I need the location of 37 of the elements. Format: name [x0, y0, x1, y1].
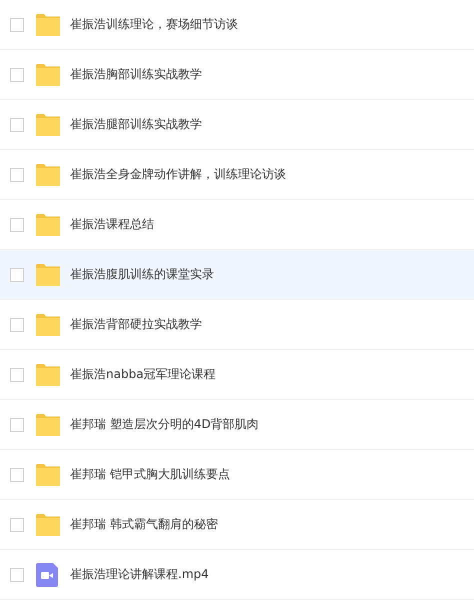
checkbox[interactable] — [10, 168, 24, 182]
file-name[interactable]: 崔振浩课程总结 — [70, 216, 154, 233]
checkbox[interactable] — [10, 268, 24, 282]
checkbox[interactable] — [10, 568, 24, 582]
file-name[interactable]: 崔邦瑞 韩式霸气翻肩的秘密 — [70, 516, 218, 533]
file-name[interactable]: 崔振浩腹肌训练的课堂实录 — [70, 266, 214, 283]
checkbox[interactable] — [10, 468, 24, 482]
file-name[interactable]: 崔邦瑞 塑造层次分明的4D背部肌肉 — [70, 416, 259, 433]
checkbox[interactable] — [10, 68, 24, 82]
file-name[interactable]: 崔振浩腿部训练实战教学 — [70, 116, 202, 133]
file-name[interactable]: 崔振浩胸部训练实战教学 — [70, 66, 202, 83]
file-row[interactable]: 崔振浩腹肌训练的课堂实录 — [0, 250, 474, 300]
checkbox[interactable] — [10, 18, 24, 32]
video-file-icon — [36, 562, 60, 586]
checkbox[interactable] — [10, 518, 24, 532]
file-name[interactable]: 崔振浩理论讲解课程.mp4 — [70, 566, 209, 583]
file-name[interactable]: 崔振浩nabba冠军理论课程 — [70, 366, 216, 383]
checkbox[interactable] — [10, 218, 24, 232]
file-name[interactable]: 崔振浩训练理论，赛场细节访谈 — [70, 16, 238, 33]
folder-icon — [36, 514, 60, 536]
folder-icon — [36, 164, 60, 186]
folder-icon — [36, 364, 60, 386]
folder-icon — [36, 14, 60, 36]
checkbox[interactable] — [10, 418, 24, 432]
folder-icon — [36, 64, 60, 86]
file-name[interactable]: 崔邦瑞 铠甲式胸大肌训练要点 — [70, 466, 230, 483]
folder-icon — [36, 114, 60, 136]
folder-icon — [36, 214, 60, 236]
folder-icon — [36, 264, 60, 286]
folder-icon — [36, 464, 60, 486]
file-name[interactable]: 崔振浩全身金牌动作讲解，训练理论访谈 — [70, 166, 286, 183]
file-name[interactable]: 崔振浩背部硬拉实战教学 — [70, 316, 202, 333]
folder-icon — [36, 414, 60, 436]
checkbox[interactable] — [10, 368, 24, 382]
folder-icon — [36, 314, 60, 336]
checkbox[interactable] — [10, 118, 24, 132]
checkbox[interactable] — [10, 318, 24, 332]
